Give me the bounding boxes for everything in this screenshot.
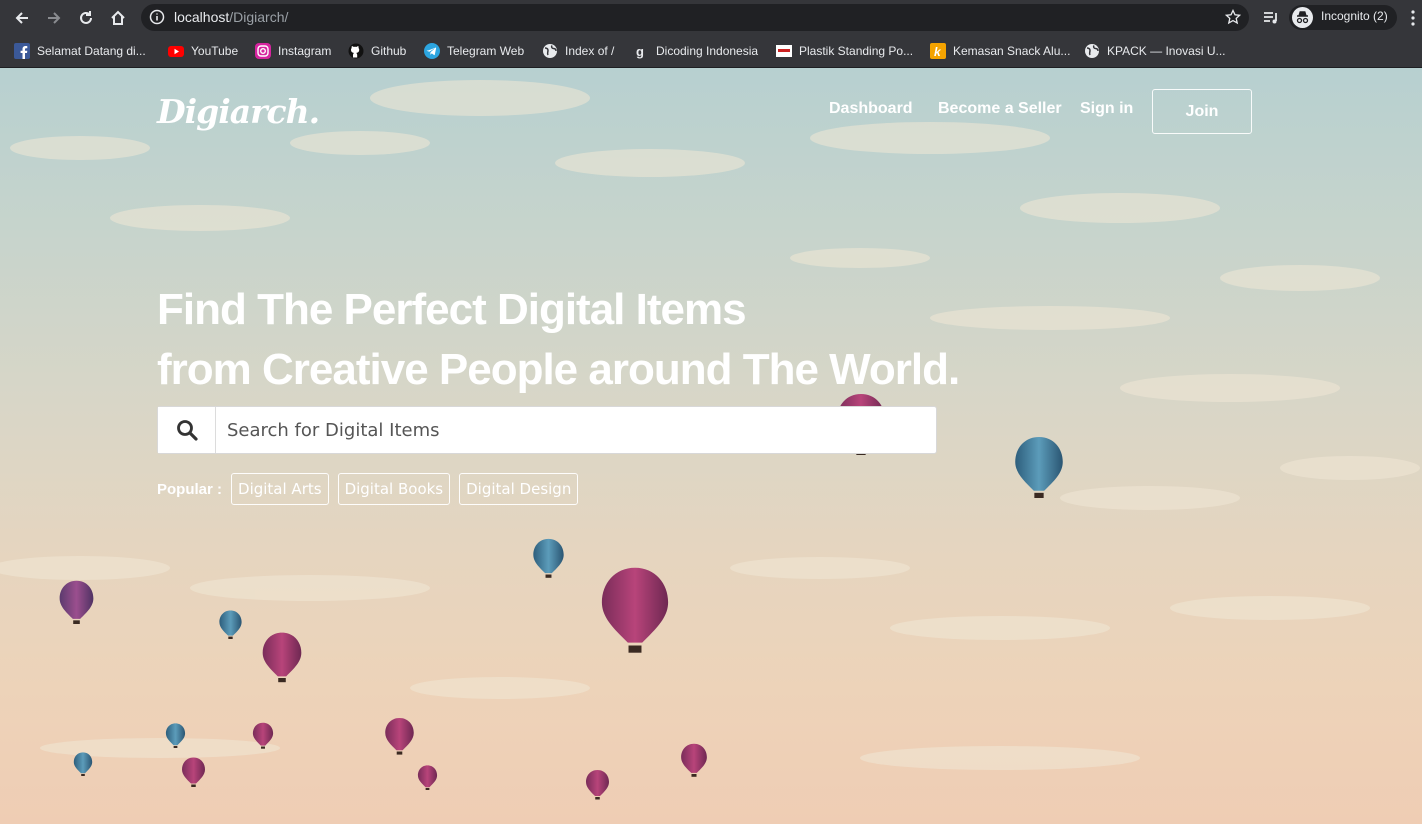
nav-sign-in-link[interactable]: Sign in	[1080, 100, 1133, 118]
telegram-icon	[424, 43, 440, 59]
search-bar	[157, 406, 937, 454]
arrow-left-icon	[15, 12, 28, 24]
home-button[interactable]	[106, 6, 130, 30]
bookmark-plastik[interactable]: Plastik Standing Po...	[776, 41, 913, 61]
bookmark-kemasan[interactable]: k Kemasan Snack Alu...	[930, 41, 1070, 61]
address-bar[interactable]: localhost/Digiarch/	[141, 4, 1249, 31]
bookmark-index[interactable]: Index of /	[542, 41, 614, 61]
reload-button[interactable]	[74, 6, 98, 30]
globe-icon	[1084, 43, 1100, 59]
bookmark-label: Github	[371, 44, 407, 58]
back-button[interactable]	[10, 6, 34, 30]
k-favicon: k	[930, 43, 946, 59]
incognito-indicator[interactable]: Incognito (2)	[1289, 5, 1397, 30]
url-text[interactable]: localhost/Digiarch/	[174, 9, 288, 25]
info-icon[interactable]	[149, 9, 165, 25]
bookmark-label: Selamat Datang di...	[37, 44, 146, 58]
incognito-icon	[1292, 7, 1313, 28]
forward-button[interactable]	[42, 6, 66, 30]
bookmark-youtube[interactable]: YouTube	[168, 41, 238, 61]
home-icon	[111, 10, 125, 25]
tag-digital-books[interactable]: Digital Books	[337, 473, 451, 505]
bookmark-label: Instagram	[278, 44, 332, 58]
bookmark-label: Index of /	[565, 44, 615, 58]
globe-icon	[542, 43, 558, 59]
url-host: localhost	[174, 9, 230, 25]
github-icon	[348, 43, 364, 59]
page-viewport: Digiarch. Dashboard Become a Seller Sign…	[0, 68, 1422, 824]
bookmark-label: Dicoding Indonesia	[656, 44, 759, 58]
browser-toolbar: localhost/Digiarch/ Incognito (2)	[0, 0, 1422, 35]
instagram-icon	[255, 43, 271, 59]
join-button[interactable]: Join	[1152, 89, 1252, 134]
popular-tags: Popular : Digital Arts Digital Books Dig…	[157, 473, 587, 505]
playlist-icon	[1264, 12, 1277, 24]
bookmark-instagram[interactable]: Instagram	[255, 41, 331, 61]
dicoding-icon: g	[633, 43, 649, 59]
site-favicon	[776, 43, 792, 59]
hero-title: Find The Perfect Digital Items from Crea…	[157, 280, 960, 400]
hero-title-line-1: Find The Perfect Digital Items	[157, 285, 747, 334]
facebook-icon	[14, 43, 30, 59]
bookmark-dicoding[interactable]: g Dicoding Indonesia	[633, 41, 758, 61]
bookmark-label: KPACK — Inovasi U...	[1107, 44, 1226, 58]
bookmark-label: Telegram Web	[447, 44, 525, 58]
arrow-right-icon	[48, 12, 61, 24]
bookmark-github[interactable]: Github	[348, 41, 406, 61]
youtube-icon	[168, 43, 184, 59]
hero-title-line-2: from Creative People around The World.	[157, 345, 960, 394]
bookmark-facebook[interactable]: Selamat Datang di...	[14, 41, 146, 61]
url-path: /Digiarch/	[229, 9, 289, 25]
bookmark-label: Kemasan Snack Alu...	[953, 44, 1071, 58]
search-input[interactable]	[216, 407, 936, 453]
tag-digital-design[interactable]: Digital Design	[459, 473, 579, 505]
search-button[interactable]	[158, 407, 216, 453]
reload-icon	[80, 11, 92, 24]
popular-label: Popular :	[157, 480, 223, 498]
svg-text:g: g	[636, 44, 644, 59]
incognito-label: Incognito (2)	[1321, 9, 1388, 23]
brand-logo[interactable]: Digiarch.	[157, 92, 320, 131]
search-icon	[176, 420, 198, 441]
kebab-menu-icon	[1411, 10, 1415, 26]
browser-menu-button[interactable]	[1406, 6, 1420, 30]
nav-become-seller-link[interactable]: Become a Seller	[938, 100, 1062, 118]
reading-list-button[interactable]	[1259, 6, 1283, 30]
bookmark-kpack[interactable]: KPACK — Inovasi U...	[1084, 41, 1225, 61]
bookmark-star-icon[interactable]	[1225, 9, 1241, 25]
bookmark-telegram[interactable]: Telegram Web	[424, 41, 524, 61]
bookmark-label: Plastik Standing Po...	[799, 44, 914, 58]
bookmark-label: YouTube	[191, 44, 239, 58]
tag-digital-arts[interactable]: Digital Arts	[231, 473, 329, 505]
nav-dashboard-link[interactable]: Dashboard	[829, 100, 913, 118]
bookmarks-bar: Selamat Datang di... YouTube Instagram G…	[0, 35, 1422, 68]
